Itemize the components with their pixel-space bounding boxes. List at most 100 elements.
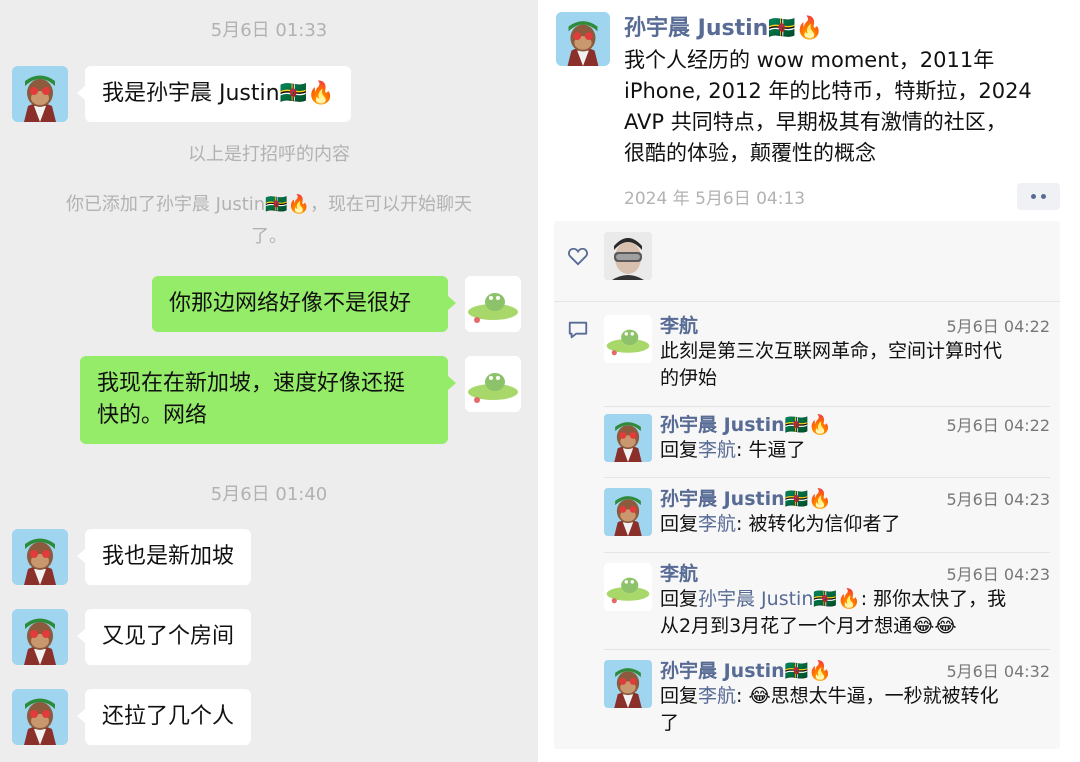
system-notice: 以上是打招呼的内容 — [188, 144, 350, 165]
reply-prefix: 回复 — [660, 588, 699, 610]
frog-avatar-icon — [465, 356, 521, 412]
comment-text: 回复李航: 被转化为信仰者了 — [660, 511, 1050, 538]
comment-time: 5月6日 04:23 — [946, 490, 1050, 509]
chat-timestamp: 5月6日 01:40 — [210, 484, 328, 505]
commenter-name[interactable]: 李航 — [660, 311, 698, 338]
commenter-avatar[interactable] — [604, 414, 652, 462]
liker-avatar[interactable] — [604, 232, 652, 280]
ape-avatar-icon — [604, 488, 652, 536]
incoming-message-bubble[interactable]: 又见了个房间 — [76, 609, 252, 665]
more-dots-icon[interactable] — [1017, 183, 1060, 210]
contact-avatar[interactable] — [12, 609, 68, 665]
system-notice-line: 你已添加了孙宇晨 Justin🇩🇲🔥，现在可以开始聊天 — [65, 194, 473, 215]
heart-icon — [568, 247, 588, 266]
screenshot-root: 5月6日 01:33 我是孙宇晨 Justin🇩🇲🔥 以上是打招呼的内容 你已添… — [0, 0, 1080, 762]
comment-item[interactable]: 孙宇晨 Justin🇩🇲🔥 5月6日 04:32 回复李航: 😂思想太牛逼，一秒… — [604, 656, 1050, 740]
reply-prefix: 回复 — [660, 439, 699, 461]
commenter-name[interactable]: 李航 — [660, 559, 698, 586]
reply-text-line: 从2月到3月花了一个月才想通😂😂 — [660, 615, 957, 637]
message-text: 我是孙宇晨 Justin🇩🇲🔥 — [102, 81, 335, 106]
interaction-panel: 李航 5月6日 04:22 此刻是第三次互联网革命，空间计算时代 的伊始 孙宇晨… — [554, 221, 1060, 749]
ape-avatar-icon — [604, 414, 652, 462]
commenter-avatar[interactable] — [604, 315, 652, 363]
comment-divider — [604, 406, 1050, 407]
comment-item[interactable]: 孙宇晨 Justin🇩🇲🔥 5月6日 04:22 回复李航: 牛逼了 — [604, 410, 1050, 470]
comment-divider — [604, 477, 1050, 478]
post-text: 我个人经历的 wow moment，2011年 iPhone, 2012 年的比… — [624, 45, 1064, 169]
comment-time: 5月6日 04:22 — [946, 416, 1050, 435]
reply-text: : 那你太快了，我 — [860, 588, 1007, 610]
comment-text-line: 此刻是第三次互联网革命，空间计算时代 — [660, 340, 1003, 362]
moments-post: 孙宇晨 Justin🇩🇲🔥 我个人经历的 wow moment，2011年 iP… — [538, 0, 1080, 762]
system-notice-line: 了。 — [251, 226, 287, 247]
reply-text: : 😂思想太牛逼，一秒就被转化 — [736, 685, 999, 707]
comment-icon — [568, 321, 588, 339]
frog-avatar-icon — [604, 563, 652, 611]
ape-avatar-icon — [556, 12, 610, 66]
system-notice-added-friend: 你已添加了孙宇晨 Justin🇩🇲🔥，现在可以开始聊天 了。 — [30, 189, 508, 253]
comment-text: 此刻是第三次互联网革命，空间计算时代 的伊始 — [660, 338, 1050, 392]
commenter-name[interactable]: 孙宇晨 Justin🇩🇲🔥 — [660, 656, 832, 683]
post-author-avatar[interactable] — [556, 12, 610, 66]
frog-avatar-icon — [604, 315, 652, 363]
incoming-message-bubble[interactable]: 我也是新加坡 — [76, 529, 252, 585]
ape-avatar-icon — [12, 689, 68, 745]
post-text-line: 我个人经历的 wow moment，2011年 — [624, 48, 995, 72]
vr-headset-avatar-icon — [604, 232, 652, 280]
comment-item[interactable]: 李航 5月6日 04:22 此刻是第三次互联网革命，空间计算时代 的伊始 — [604, 311, 1050, 391]
reply-prefix: 回复 — [660, 513, 699, 535]
comment-item[interactable]: 李航 5月6日 04:23 回复孙宇晨 Justin🇩🇲🔥: 那你太快了，我 从… — [604, 559, 1050, 643]
contact-avatar[interactable] — [12, 529, 68, 585]
reply-text: : 牛逼了 — [736, 439, 806, 461]
message-text: 还拉了几个人 — [102, 704, 235, 729]
likes-row — [554, 221, 1060, 289]
outgoing-message-bubble[interactable]: 你那边网络好像不是很好 — [152, 276, 456, 332]
post-text-line: AVP 共同特点，早期极其有激情的社区， — [624, 110, 1007, 134]
ape-avatar-icon — [12, 609, 68, 665]
ape-avatar-icon — [604, 660, 652, 708]
incoming-message-bubble[interactable]: 还拉了几个人 — [76, 689, 252, 745]
message-text-line: 快的。网络 — [97, 403, 208, 428]
reply-text: : 被转化为信仰者了 — [736, 513, 901, 535]
reply-prefix: 回复 — [660, 685, 699, 707]
greeting-message-bubble[interactable]: 我是孙宇晨 Justin🇩🇲🔥 — [76, 66, 352, 122]
comment-text: 回复李航: 牛逼了 — [660, 437, 1050, 464]
contact-avatar[interactable] — [12, 689, 68, 745]
likes-comments-divider — [554, 301, 1060, 302]
comment-text: 回复李航: 😂思想太牛逼，一秒就被转化 了 — [660, 683, 1050, 737]
commenter-avatar[interactable] — [604, 488, 652, 536]
message-text: 我也是新加坡 — [102, 544, 235, 569]
reply-to-name[interactable]: 李航 — [698, 439, 736, 461]
frog-avatar-icon — [465, 276, 521, 332]
comment-item[interactable]: 孙宇晨 Justin🇩🇲🔥 5月6日 04:23 回复李航: 被转化为信仰者了 — [604, 484, 1050, 544]
message-text: 你那边网络好像不是很好 — [169, 291, 412, 316]
commenter-avatar[interactable] — [604, 660, 652, 708]
contact-avatar[interactable] — [12, 66, 68, 122]
ape-avatar-icon — [12, 529, 68, 585]
post-time: 2024 年 5月6日 04:13 — [624, 189, 806, 209]
reply-to-name[interactable]: 李航 — [698, 685, 736, 707]
ape-avatar-icon — [12, 66, 68, 122]
comment-text: 回复孙宇晨 Justin🇩🇲🔥: 那你太快了，我 从2月到3月花了一个月才想通😂… — [660, 586, 1050, 640]
message-text: 又见了个房间 — [102, 624, 235, 649]
comment-divider — [604, 649, 1050, 650]
post-text-line: iPhone, 2012 年的比特币，特斯拉，2024 — [624, 79, 1032, 103]
reply-to-name[interactable]: 孙宇晨 Justin🇩🇲🔥 — [698, 588, 861, 610]
reply-to-name[interactable]: 李航 — [698, 513, 736, 535]
comment-time: 5月6日 04:32 — [946, 662, 1050, 681]
comment-time: 5月6日 04:23 — [946, 565, 1050, 584]
commenter-name[interactable]: 孙宇晨 Justin🇩🇲🔥 — [660, 484, 832, 511]
my-avatar[interactable] — [465, 276, 521, 332]
chat-panel[interactable]: 5月6日 01:33 我是孙宇晨 Justin🇩🇲🔥 以上是打招呼的内容 你已添… — [0, 0, 538, 762]
chat-timestamp: 5月6日 01:33 — [210, 20, 328, 41]
post-text-line: 很酷的体验，颠覆性的概念 — [624, 141, 876, 165]
post-author-name[interactable]: 孙宇晨 Justin🇩🇲🔥 — [624, 10, 823, 42]
comment-time: 5月6日 04:22 — [946, 317, 1050, 336]
reply-text-line: 了 — [660, 712, 680, 734]
my-avatar[interactable] — [465, 356, 521, 412]
outgoing-message-bubble[interactable]: 我现在在新加坡，速度好像还挺 快的。网络 — [80, 356, 456, 444]
commenter-name[interactable]: 孙宇晨 Justin🇩🇲🔥 — [660, 410, 832, 437]
comment-divider — [604, 552, 1050, 553]
commenter-avatar[interactable] — [604, 563, 652, 611]
comment-text-line: 的伊始 — [660, 367, 718, 389]
